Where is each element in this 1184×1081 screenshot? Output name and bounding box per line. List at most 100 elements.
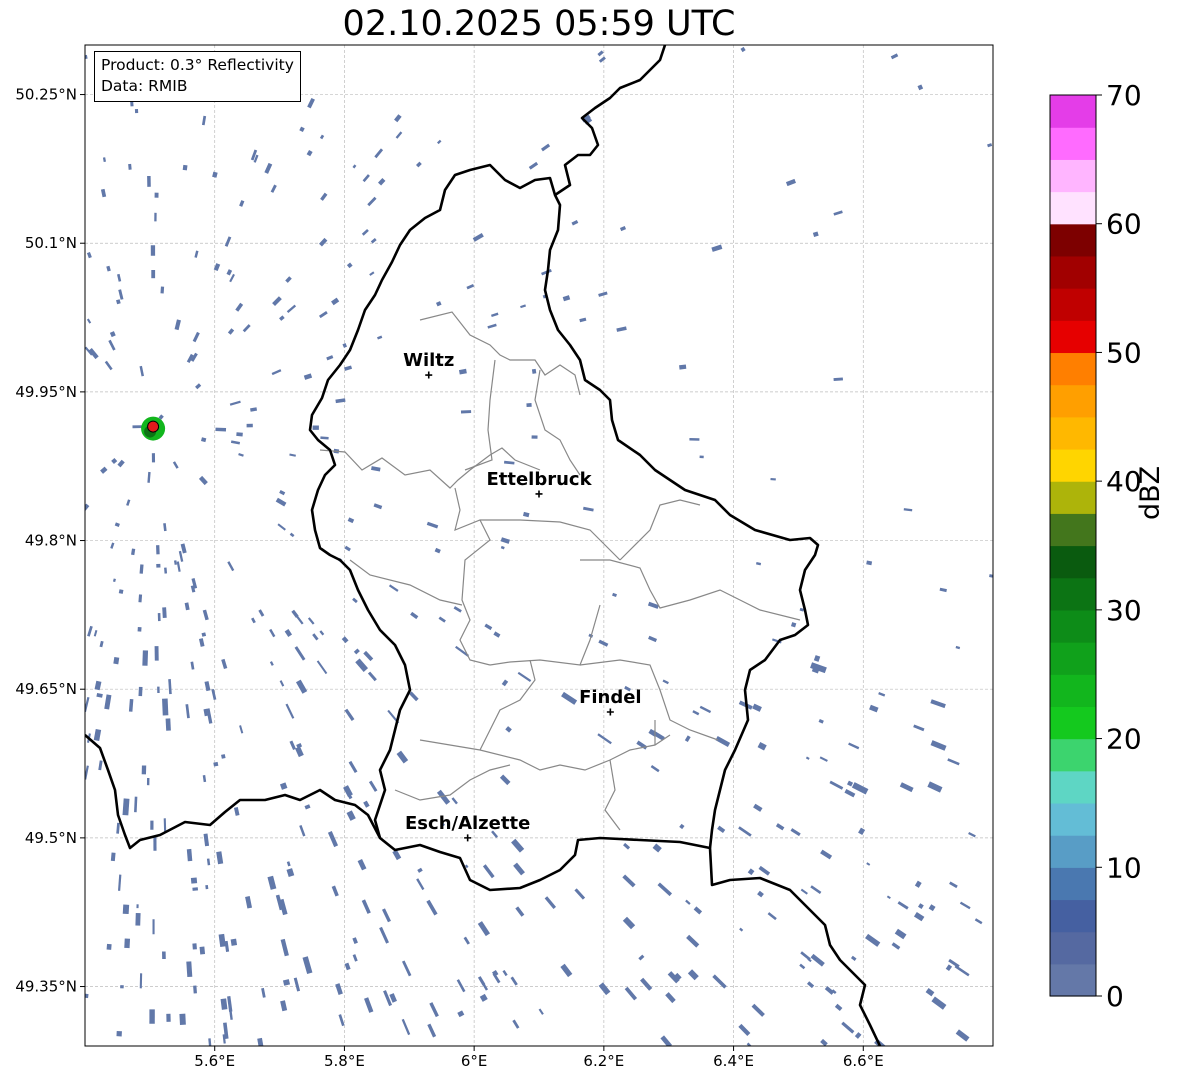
echo-pixel — [135, 913, 141, 926]
lat-tick-label: 49.35°N — [15, 978, 77, 996]
colorbar-segment — [1050, 223, 1096, 257]
echo-pixel — [134, 109, 139, 114]
echo-pixel — [137, 626, 142, 632]
echo-pixel — [156, 545, 160, 555]
echo-pixel — [154, 192, 159, 198]
colorbar-segment — [1050, 255, 1096, 289]
colorbar-segment — [1050, 159, 1096, 193]
colorbar-tick-label: 10 — [1106, 851, 1142, 884]
colorbar-segment — [1050, 448, 1096, 482]
echo-pixel — [460, 410, 472, 414]
colorbar-segment — [1050, 770, 1096, 804]
map-plot-area — [85, 45, 993, 1046]
colorbar-segment — [1050, 320, 1096, 354]
echo-pixel — [192, 887, 199, 891]
lon-tick-label: 5.8°E — [324, 1052, 365, 1070]
echo-pixel — [182, 164, 188, 171]
colorbar-segment — [1050, 802, 1096, 836]
echo-pixel — [152, 919, 155, 935]
echo-pixel — [151, 453, 156, 463]
echo-pixel — [163, 818, 167, 832]
lat-tick-label: 50.1°N — [25, 234, 77, 252]
lon-tick-label: 6.6°E — [843, 1052, 884, 1070]
colorbar-segment — [1050, 352, 1096, 386]
echo-pixel — [156, 563, 161, 568]
colorbar-segment — [1050, 835, 1096, 868]
echo-pixel — [246, 423, 253, 428]
echo-pixel — [165, 718, 171, 731]
colorbar-segment — [1050, 674, 1096, 707]
echo-pixel — [213, 761, 219, 767]
colorbar-tick-label: 20 — [1106, 723, 1142, 756]
echo-pixel — [151, 269, 156, 279]
lon-tick-label: 6.4°E — [713, 1052, 754, 1070]
product-info-box: Product: 0.3° Reflectivity Data: RMIB — [94, 51, 301, 102]
city-label: Ettelbruck — [486, 469, 592, 490]
echo-pixel — [150, 245, 156, 256]
echo-pixel — [120, 985, 124, 989]
echo-pixel — [124, 938, 131, 949]
lat-tick-label: 49.65°N — [15, 680, 77, 698]
echo-pixel — [136, 904, 139, 909]
colorbar-segment — [1050, 95, 1096, 128]
colorbar-segment — [1050, 642, 1096, 675]
echo-pixel — [85, 54, 88, 60]
colorbar-segment — [1050, 867, 1096, 901]
echo-pixel — [526, 403, 532, 408]
echo-pixel — [128, 163, 132, 170]
colorbar-segment — [1050, 384, 1096, 418]
echo-pixel — [236, 432, 243, 437]
echo-pixel — [149, 1009, 155, 1024]
colorbar-tick-label: 0 — [1106, 980, 1124, 1013]
radar-location-dot — [147, 420, 160, 433]
city-label: Wiltz — [403, 350, 454, 371]
echo-pixel — [146, 777, 150, 786]
echo-pixel — [116, 1030, 122, 1037]
echo-pixel — [166, 1013, 171, 1022]
echo-pixel — [531, 435, 538, 439]
echo-pixel — [142, 650, 149, 666]
echo-pixel — [205, 884, 209, 890]
echo-pixel — [122, 798, 130, 816]
colorbar-segment — [1050, 481, 1096, 514]
colorbar-segment — [1050, 738, 1096, 772]
echo-pixel — [118, 589, 124, 594]
colorbar-segment — [1050, 931, 1096, 965]
echo-pixel — [230, 938, 238, 946]
echo-pixel — [160, 286, 165, 294]
echo-pixel — [154, 212, 157, 222]
colorbar-tick-label: 70 — [1106, 79, 1142, 112]
colorbar-tick-label: 30 — [1106, 594, 1142, 627]
colorbar-segment — [1050, 545, 1096, 579]
product-label: Product: 0.3° Reflectivity — [101, 56, 294, 74]
echo-pixel — [531, 368, 537, 374]
echo-pixel — [221, 754, 226, 759]
colorbar-segment — [1050, 127, 1096, 160]
lon-tick-label: 6.2°E — [583, 1052, 624, 1070]
echo-pixel — [85, 993, 89, 999]
colorbar-unit-label: dBZ — [1135, 465, 1166, 520]
lat-tick-label: 49.95°N — [15, 383, 77, 401]
echo-pixel — [138, 686, 143, 697]
data-source-label: Data: RMIB — [101, 77, 188, 95]
lon-tick-label: 5.6°E — [194, 1052, 235, 1070]
echo-pixel — [106, 943, 112, 950]
echo-pixel — [157, 613, 161, 622]
echo-pixel — [312, 425, 319, 430]
echo-pixel — [186, 961, 193, 978]
echo-pixel — [699, 455, 704, 459]
lat-tick-label: 50.25°N — [15, 86, 77, 104]
colorbar-segment — [1050, 963, 1096, 997]
echo-pixel — [164, 567, 168, 574]
colorbar-segment — [1050, 288, 1096, 321]
colorbar-tick-label: 50 — [1106, 336, 1142, 369]
echo-pixel — [154, 646, 159, 661]
echo-pixel — [113, 657, 120, 665]
echo-pixel — [179, 1013, 186, 1025]
colorbar-tick-label: 60 — [1106, 208, 1142, 241]
colorbar-segment — [1050, 577, 1096, 611]
colorbar-segment — [1050, 706, 1096, 740]
echo-pixel — [989, 574, 993, 578]
echo-pixel — [190, 877, 198, 884]
lat-tick-label: 49.8°N — [25, 532, 77, 550]
